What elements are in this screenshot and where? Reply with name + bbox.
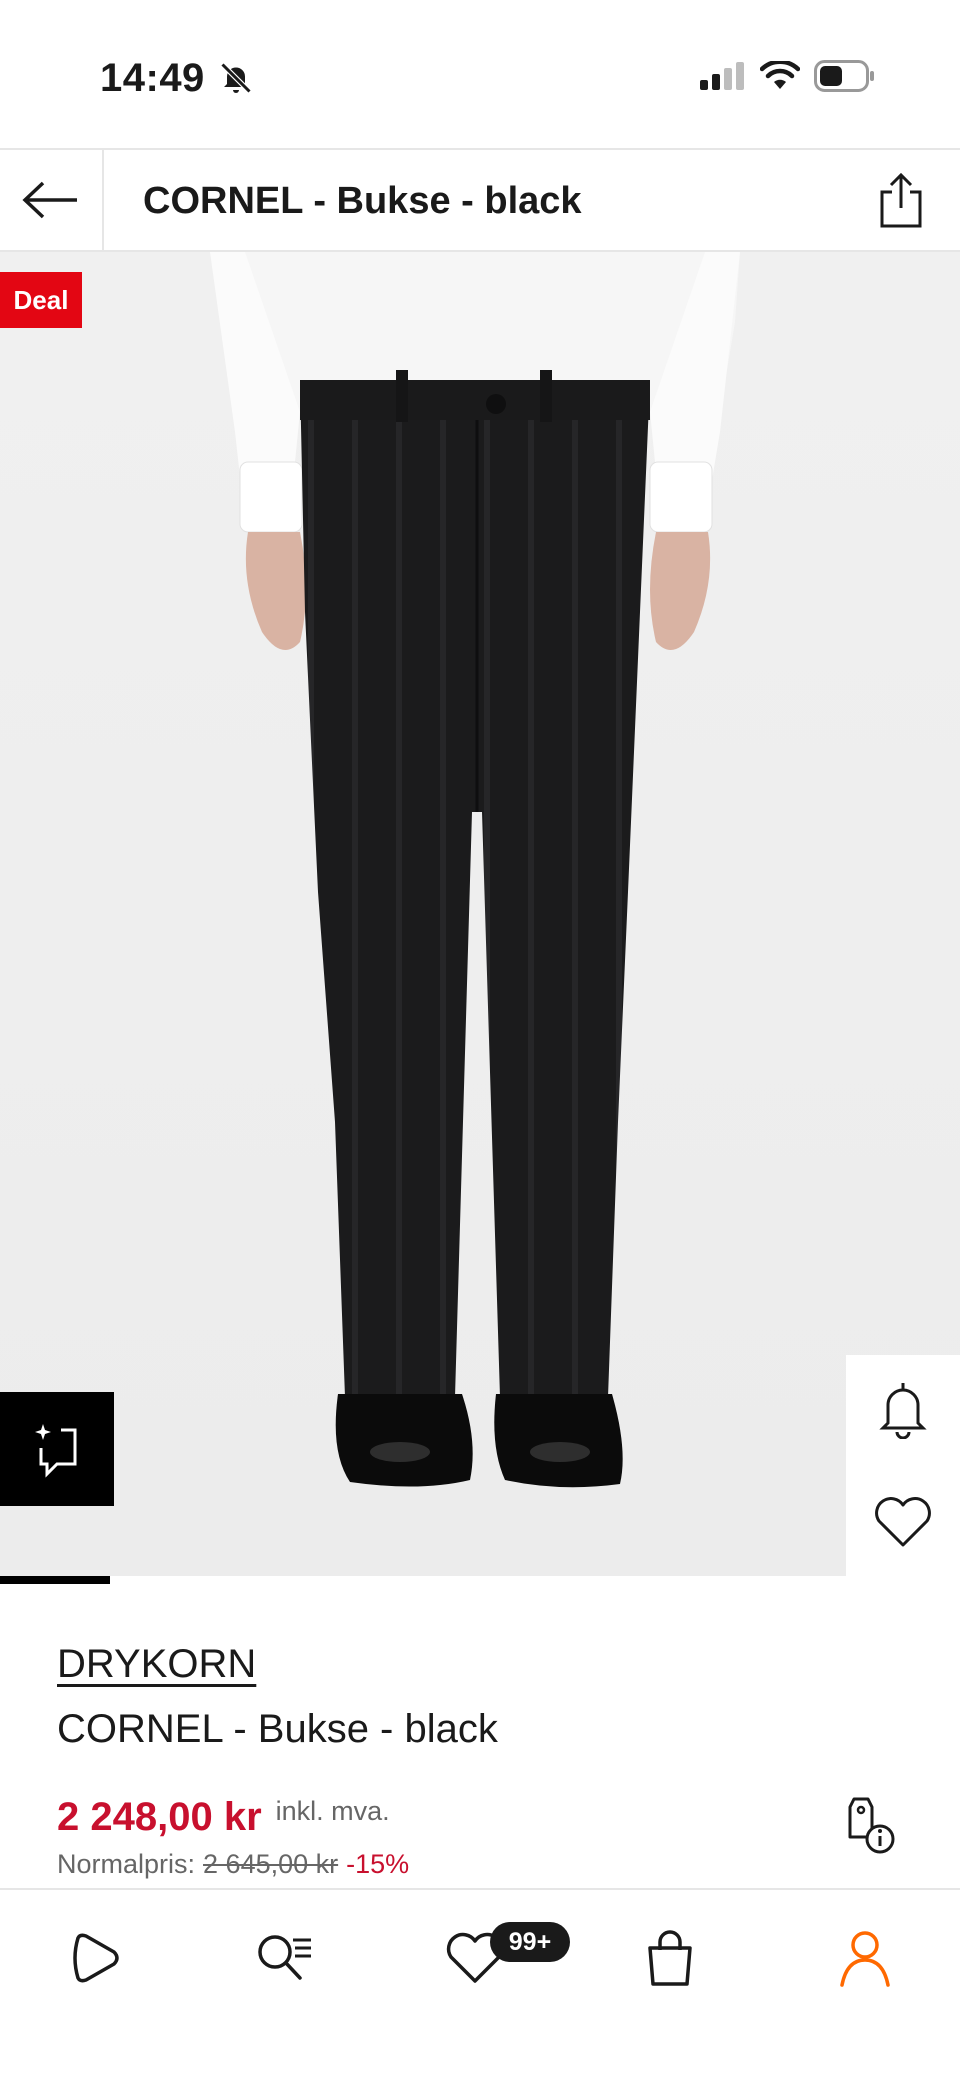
price-info-button[interactable] — [840, 1792, 900, 1856]
search-list-icon — [258, 1935, 311, 1980]
nav-search[interactable] — [240, 1918, 330, 1998]
wishlist-count-badge: 99+ — [490, 1922, 570, 1962]
bag-icon — [648, 1930, 692, 1986]
price-tag-info-icon — [848, 1797, 895, 1854]
page-title: CORNEL - Bukse - black — [143, 180, 582, 222]
normal-price-label: Normalpris: — [57, 1849, 196, 1879]
normal-price-row: Normalpris: 2 645,00 kr -15% — [57, 1849, 409, 1880]
wifi-icon — [760, 61, 800, 89]
similar-items-icon — [35, 1424, 77, 1478]
discount-label: -15% — [346, 1849, 410, 1879]
home-icon — [73, 1933, 119, 1983]
old-price: 2 645,00 kr — [203, 1849, 339, 1879]
nav-home[interactable] — [51, 1918, 141, 1998]
image-actions-panel — [846, 1355, 960, 1585]
back-button[interactable] — [0, 150, 104, 250]
nav-profile[interactable] — [820, 1918, 910, 1998]
vat-label: inkl. mva. — [275, 1796, 390, 1826]
arrow-left-icon — [22, 181, 77, 219]
gallery-progress-fill — [0, 1576, 111, 1584]
price-row: 2 248,00 kr inkl. mva. — [57, 1795, 390, 1840]
battery-icon — [814, 60, 874, 92]
product-photo — [0, 252, 960, 1576]
status-icons — [700, 60, 876, 92]
heart-icon — [875, 1497, 931, 1547]
product-header: CORNEL - Bukse - black — [0, 148, 960, 252]
status-bar: 14:49 — [0, 0, 960, 148]
status-time: 14:49 — [100, 56, 205, 100]
current-price: 2 248,00 kr — [57, 1795, 262, 1839]
notify-button[interactable] — [846, 1355, 960, 1465]
signal-icon — [700, 62, 744, 90]
bell-icon — [879, 1383, 927, 1439]
bottom-nav: 99+ — [0, 1888, 960, 2087]
share-button[interactable] — [872, 170, 930, 232]
profile-icon — [840, 1931, 890, 1987]
wishlist-button[interactable] — [846, 1467, 960, 1577]
product-image[interactable] — [0, 252, 960, 1576]
bell-slash-icon — [220, 62, 252, 94]
gallery-progress — [0, 1576, 788, 1584]
similar-items-button[interactable] — [0, 1392, 114, 1506]
deal-badge: Deal — [0, 272, 82, 328]
share-icon — [880, 172, 922, 228]
brand-link[interactable]: DRYKORN — [57, 1642, 256, 1687]
nav-bag[interactable] — [625, 1918, 715, 1998]
product-name: CORNEL - Bukse - black — [57, 1707, 498, 1751]
